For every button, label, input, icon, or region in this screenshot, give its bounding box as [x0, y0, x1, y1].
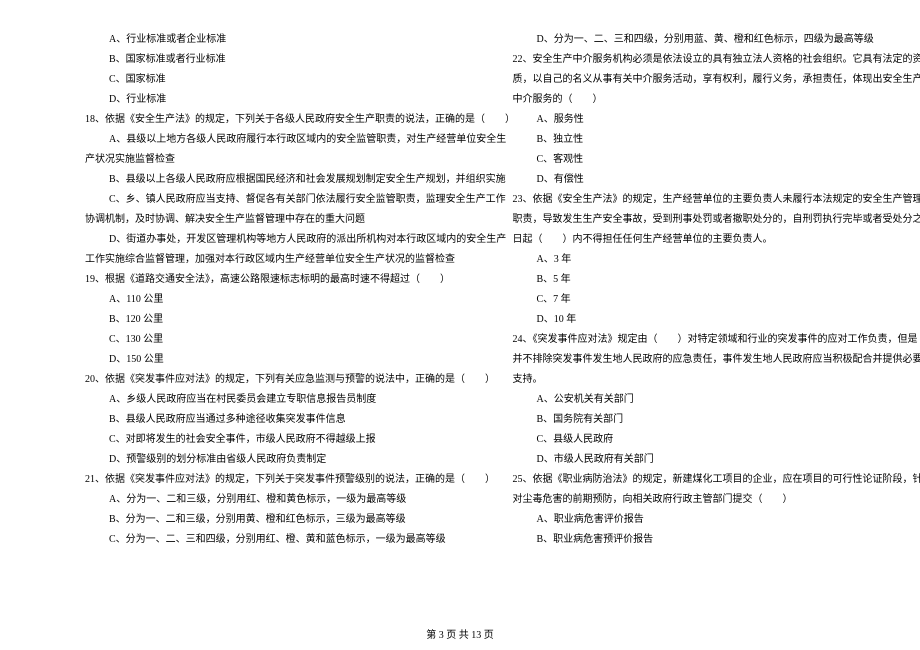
q18-opt-a2: 产状况实施监督检查 [85, 150, 478, 169]
q21-stem: 21、依据《突发事件应对法》的规定，下列关于突发事件预警级别的说法，正确的是（ … [85, 470, 478, 489]
q25-stem-2: 对尘毒危害的前期预防，向相关政府行政主管部门提交（ ） [513, 490, 906, 509]
q24-opt-d: D、市级人民政府有关部门 [513, 450, 906, 469]
q24-opt-a: A、公安机关有关部门 [513, 390, 906, 409]
q18-opt-c1: C、乡、镇人民政府应当支持、督促各有关部门依法履行安全监管职责，监理安全生产工作 [85, 190, 478, 209]
q25-opt-b: B、职业病危害预评价报告 [513, 530, 906, 549]
q20-opt-b: B、县级人民政府应当通过多种途径收集突发事件信息 [85, 410, 478, 429]
q20-opt-d: D、预警级别的划分标准由省级人民政府负责制定 [85, 450, 478, 469]
q23-opt-c: C、7 年 [513, 290, 906, 309]
q23-stem-1: 23、依据《安全生产法》的规定，生产经营单位的主要负责人未履行本法规定的安全生产… [513, 190, 906, 209]
q24-opt-b: B、国务院有关部门 [513, 410, 906, 429]
q22-opt-c: C、客观性 [513, 150, 906, 169]
q23-stem-2: 职责，导致发生生产安全事故，受到刑事处罚或者撤职处分的，自刑罚执行完毕或者受处分… [513, 210, 906, 229]
q20-stem: 20、依据《突发事件应对法》的规定，下列有关应急监测与预警的说法中，正确的是（ … [85, 370, 478, 389]
q22-stem-3: 中介服务的（ ） [513, 90, 906, 109]
q17-opt-d: D、行业标准 [85, 90, 478, 109]
q24-stem-2: 并不排除突发事件发生地人民政府的应急责任，事件发生地人民政府应当积极配合并提供必… [513, 350, 906, 369]
q19-opt-b: B、120 公里 [85, 310, 478, 329]
q17-opt-a: A、行业标准或者企业标准 [85, 30, 478, 49]
q22-stem-2: 质，以自己的名义从事有关中介服务活动，享有权利，履行义务，承担责任，体现出安全生… [513, 70, 906, 89]
q18-stem: 18、依据《安全生产法》的规定，下列关于各级人民政府安全生产职责的说法，正确的是… [85, 110, 478, 129]
q24-stem-1: 24、《突发事件应对法》规定由（ ）对特定领域和行业的突发事件的应对工作负责，但… [513, 330, 906, 349]
q21-opt-b: B、分为一、二和三级，分别用黄、橙和红色标示，三级为最高等级 [85, 510, 478, 529]
q17-opt-c: C、国家标准 [85, 70, 478, 89]
q23-stem-3: 日起（ ）内不得担任任何生产经营单位的主要负责人。 [513, 230, 906, 249]
q19-stem: 19、根据《道路交通安全法》，高速公路限速标志标明的最高时速不得超过（ ） [85, 270, 478, 289]
q22-opt-a: A、服务性 [513, 110, 906, 129]
q18-opt-b: B、县级以上各级人民政府应根据国民经济和社会发展规划制定安全生产规划，并组织实施 [85, 170, 478, 189]
q23-opt-a: A、3 年 [513, 250, 906, 269]
column-right: D、分为一、二、三和四级，分别用蓝、黄、橙和红色标示，四级为最高等级 22、安全… [513, 30, 906, 625]
q18-opt-d2: 工作实施综合监督管理，加强对本行政区域内生产经营单位安全生产状况的监督检查 [85, 250, 478, 269]
q21-opt-d: D、分为一、二、三和四级，分别用蓝、黄、橙和红色标示，四级为最高等级 [513, 30, 906, 49]
q18-opt-a1: A、县级以上地方各级人民政府履行本行政区域内的安全监管职责，对生产经营单位安全生 [85, 130, 478, 149]
q20-opt-c: C、对即将发生的社会安全事件，市级人民政府不得越级上报 [85, 430, 478, 449]
q18-opt-c2: 协调机制，及时协调、解决安全生产监督管理中存在的重大问题 [85, 210, 478, 229]
q18-opt-d1: D、街道办事处，开发区管理机构等地方人民政府的派出所机构对本行政区域内的安全生产 [85, 230, 478, 249]
q21-opt-c: C、分为一、二、三和四级，分别用红、橙、黄和蓝色标示，一级为最高等级 [85, 530, 478, 549]
q22-stem-1: 22、安全生产中介服务机构必须是依法设立的具有独立法人资格的社会组织。它具有法定… [513, 50, 906, 69]
q25-stem-1: 25、依据《职业病防治法》的规定，新建煤化工项目的企业，应在项目的可行性论证阶段… [513, 470, 906, 489]
q19-opt-a: A、110 公里 [85, 290, 478, 309]
q21-opt-a: A、分为一、二和三级，分别用红、橙和黄色标示，一级为最高等级 [85, 490, 478, 509]
q24-opt-c: C、县级人民政府 [513, 430, 906, 449]
q22-opt-b: B、独立性 [513, 130, 906, 149]
q23-opt-b: B、5 年 [513, 270, 906, 289]
column-left: A、行业标准或者企业标准 B、国家标准或者行业标准 C、国家标准 D、行业标准 … [85, 30, 478, 625]
page-footer: 第 3 页 共 13 页 [0, 626, 920, 645]
q23-opt-d: D、10 年 [513, 310, 906, 329]
q20-opt-a: A、乡级人民政府应当在村民委员会建立专职信息报告员制度 [85, 390, 478, 409]
q24-stem-3: 支持。 [513, 370, 906, 389]
q17-opt-b: B、国家标准或者行业标准 [85, 50, 478, 69]
q22-opt-d: D、有偿性 [513, 170, 906, 189]
q19-opt-c: C、130 公里 [85, 330, 478, 349]
q25-opt-a: A、职业病危害评价报告 [513, 510, 906, 529]
q19-opt-d: D、150 公里 [85, 350, 478, 369]
